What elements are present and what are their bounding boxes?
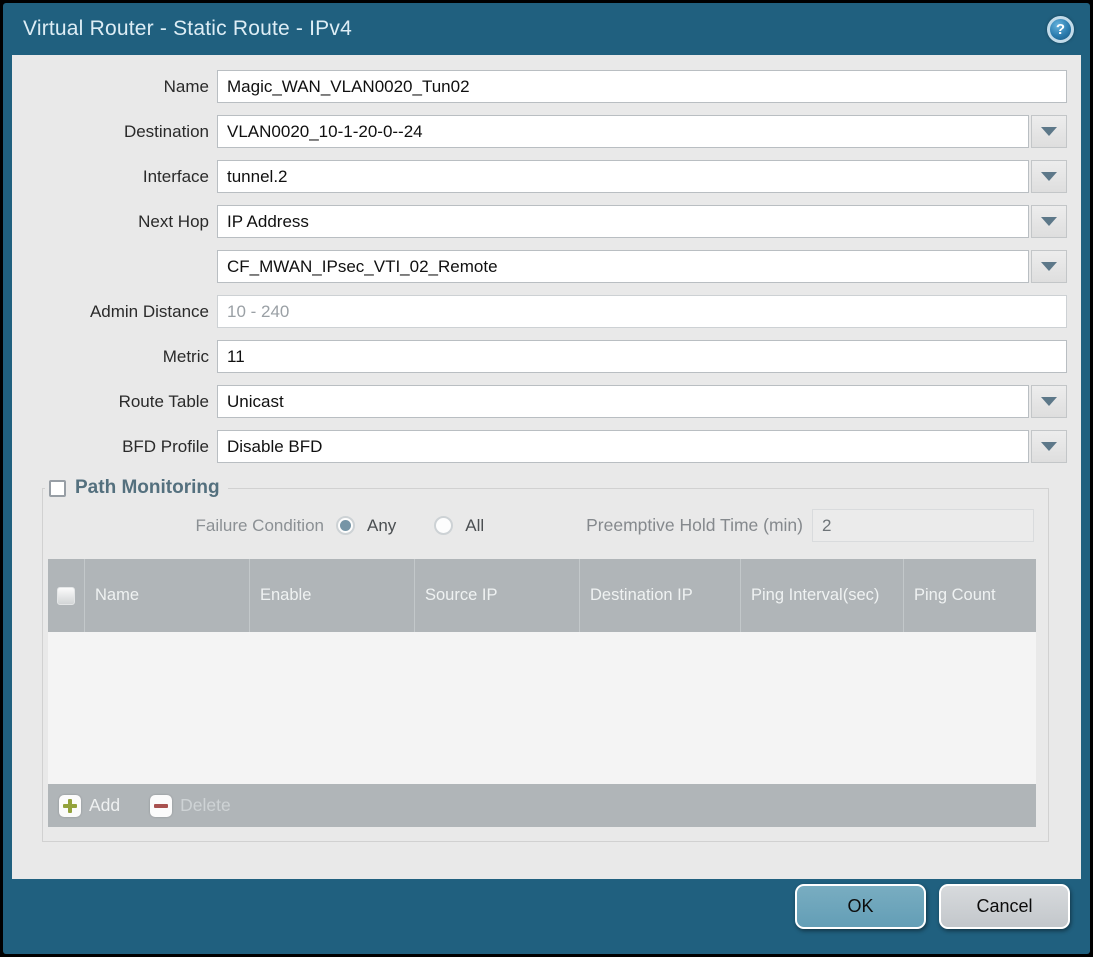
- table-header-select-all: [48, 559, 84, 632]
- admin-distance-input[interactable]: [217, 295, 1067, 328]
- interface-input[interactable]: [217, 160, 1029, 193]
- path-monitoring-table: Name Enable Source IP Destination IP Pin…: [48, 559, 1036, 827]
- form-row-admin-distance: Admin Distance: [24, 295, 1067, 328]
- table-header-name: Name: [84, 559, 249, 632]
- dialog-title: Virtual Router - Static Route - IPv4: [23, 17, 352, 41]
- bfd-profile-input[interactable]: [217, 430, 1029, 463]
- route-table-input[interactable]: [217, 385, 1029, 418]
- name-label: Name: [24, 77, 217, 97]
- chevron-down-icon: [1041, 127, 1057, 136]
- path-monitoring-checkbox[interactable]: [49, 480, 66, 497]
- form-row-metric: Metric: [24, 340, 1067, 373]
- select-all-checkbox[interactable]: [57, 587, 75, 605]
- table-header-destination-ip: Destination IP: [579, 559, 740, 632]
- interface-label: Interface: [24, 167, 217, 187]
- static-route-dialog: Virtual Router - Static Route - IPv4 ? N…: [0, 0, 1093, 957]
- help-glyph: ?: [1056, 21, 1065, 38]
- next-hop-address-dropdown-button[interactable]: [1031, 250, 1067, 283]
- form-row-destination: Destination: [24, 115, 1067, 148]
- next-hop-label: Next Hop: [24, 212, 217, 232]
- chevron-down-icon: [1041, 397, 1057, 406]
- route-table-dropdown-button[interactable]: [1031, 385, 1067, 418]
- metric-label: Metric: [24, 347, 217, 367]
- form-row-next-hop-address: [24, 250, 1067, 283]
- add-button[interactable]: Add: [59, 795, 120, 817]
- chevron-down-icon: [1041, 217, 1057, 226]
- radio-all-label: All: [465, 516, 484, 536]
- table-toolbar: Add Delete: [48, 784, 1036, 827]
- bfd-profile-dropdown-button[interactable]: [1031, 430, 1067, 463]
- admin-distance-label: Admin Distance: [24, 302, 217, 322]
- failure-condition-row: Failure Condition Any All Preemptive Hol…: [43, 509, 1034, 542]
- dialog-footer: OK Cancel: [3, 879, 1090, 954]
- metric-input[interactable]: [217, 340, 1067, 373]
- chevron-down-icon: [1041, 172, 1057, 181]
- route-table-label: Route Table: [24, 392, 217, 412]
- cancel-button[interactable]: Cancel: [939, 884, 1070, 929]
- bfd-profile-label: BFD Profile: [24, 437, 217, 457]
- table-header-ping-count: Ping Count: [903, 559, 1036, 632]
- path-monitoring-section: Path Monitoring Failure Condition Any Al…: [42, 477, 1049, 842]
- delete-button-label: Delete: [180, 795, 231, 816]
- next-hop-type-input[interactable]: [217, 205, 1029, 238]
- radio-all-circle[interactable]: [434, 516, 453, 535]
- table-body-empty: [48, 632, 1036, 784]
- destination-input[interactable]: [217, 115, 1029, 148]
- name-input[interactable]: [217, 70, 1067, 103]
- next-hop-type-dropdown-button[interactable]: [1031, 205, 1067, 238]
- destination-label: Destination: [24, 122, 217, 142]
- form-row-route-table: Route Table: [24, 385, 1067, 418]
- form-row-bfd-profile: BFD Profile: [24, 430, 1067, 463]
- radio-any[interactable]: Any: [336, 516, 396, 536]
- dialog-frame: Virtual Router - Static Route - IPv4 ? N…: [3, 3, 1090, 954]
- radio-all[interactable]: All: [434, 516, 484, 536]
- failure-condition-options: Any All: [336, 516, 522, 536]
- path-monitoring-title: Path Monitoring: [75, 477, 220, 499]
- preemptive-hold-time-label: Preemptive Hold Time (min): [586, 515, 812, 536]
- path-monitoring-legend: Path Monitoring: [45, 477, 228, 499]
- interface-dropdown-button[interactable]: [1031, 160, 1067, 193]
- form-row-next-hop-type: Next Hop: [24, 205, 1067, 238]
- ok-button[interactable]: OK: [795, 884, 926, 929]
- form-row-name: Name: [24, 70, 1067, 103]
- destination-dropdown-button[interactable]: [1031, 115, 1067, 148]
- help-icon[interactable]: ?: [1047, 16, 1074, 43]
- chevron-down-icon: [1041, 442, 1057, 451]
- chevron-down-icon: [1041, 262, 1057, 271]
- table-header-row: Name Enable Source IP Destination IP Pin…: [48, 559, 1036, 632]
- form-row-interface: Interface: [24, 160, 1067, 193]
- delete-button[interactable]: Delete: [150, 795, 231, 817]
- radio-any-circle[interactable]: [336, 516, 355, 535]
- table-header-ping-interval: Ping Interval(sec): [740, 559, 903, 632]
- delete-minus-icon: [150, 795, 172, 817]
- radio-any-label: Any: [367, 516, 396, 536]
- add-plus-icon: [59, 795, 81, 817]
- dialog-titlebar: Virtual Router - Static Route - IPv4 ?: [3, 3, 1090, 55]
- add-button-label: Add: [89, 795, 120, 816]
- failure-condition-label: Failure Condition: [43, 516, 336, 536]
- next-hop-address-input[interactable]: [217, 250, 1029, 283]
- table-header-source-ip: Source IP: [414, 559, 579, 632]
- table-header-enable: Enable: [249, 559, 414, 632]
- dialog-content: Name Destination Interface Next Hop: [12, 55, 1081, 879]
- preemptive-hold-time-input[interactable]: [812, 509, 1034, 542]
